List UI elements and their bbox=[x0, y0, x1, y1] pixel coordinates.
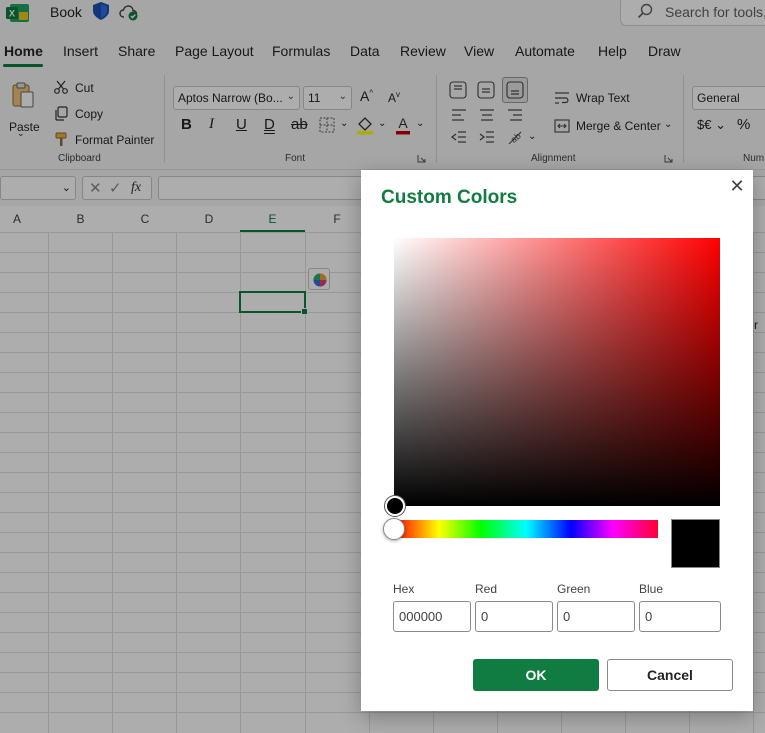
ok-button[interactable]: OK bbox=[473, 659, 599, 691]
green-label: Green bbox=[557, 582, 591, 596]
red-label: Red bbox=[475, 582, 498, 596]
saturation-brightness-picker[interactable] bbox=[394, 238, 720, 506]
blue-input[interactable] bbox=[639, 601, 721, 632]
hex-input[interactable] bbox=[393, 601, 471, 632]
blue-label: Blue bbox=[639, 582, 664, 596]
cancel-button[interactable]: Cancel bbox=[607, 659, 733, 691]
close-icon[interactable]: ✕ bbox=[726, 176, 748, 198]
dialog-title: Custom Colors bbox=[381, 187, 518, 208]
hue-slider-handle[interactable] bbox=[383, 518, 405, 540]
saturation-handle[interactable] bbox=[385, 496, 405, 516]
red-input[interactable] bbox=[475, 601, 553, 632]
hex-label: Hex bbox=[393, 582, 415, 596]
green-input[interactable] bbox=[557, 601, 635, 632]
custom-colors-dialog: Custom Colors ✕ Hex Red Green Blue OK Ca… bbox=[361, 170, 753, 711]
hue-slider[interactable] bbox=[394, 520, 658, 538]
color-preview-swatch bbox=[671, 519, 720, 568]
